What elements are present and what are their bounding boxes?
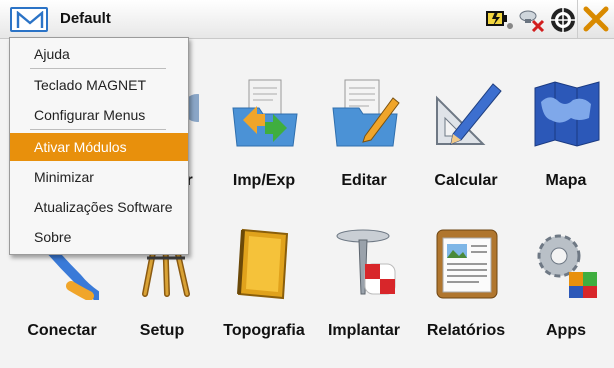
menu-separator — [30, 68, 166, 69]
m-logo-icon[interactable] — [10, 7, 48, 32]
tile-label: Apps — [546, 322, 586, 339]
menu-item-sobre[interactable]: Sobre — [10, 223, 188, 251]
tile-label: Mapa — [545, 172, 587, 189]
notebook-icon — [229, 228, 301, 300]
menu-item-minimizar[interactable]: Minimizar — [10, 163, 188, 191]
page-title: Default — [60, 10, 111, 27]
menu-item-atualizacoes-software[interactable]: Atualizações Software — [10, 193, 188, 221]
tile-mapa[interactable]: Mapa — [514, 78, 614, 218]
tile-apps[interactable]: Apps — [514, 228, 614, 368]
calculator-pencil-icon — [431, 78, 503, 150]
tile-label: Conectar — [27, 322, 97, 339]
stake-icon — [329, 228, 401, 300]
menu-item-ajuda[interactable]: Ajuda — [10, 40, 188, 68]
top-bar: Default — [0, 0, 614, 39]
tile-calcular[interactable]: Calcular — [414, 78, 518, 218]
menu-separator — [30, 129, 166, 130]
tile-label: Imp/Exp — [232, 172, 296, 189]
apps-gears-icon — [531, 228, 603, 300]
tile-label: Implantar — [327, 322, 400, 339]
target-icon[interactable] — [548, 6, 578, 34]
tile-label: Setup — [139, 322, 185, 339]
report-clipboard-icon — [431, 228, 503, 300]
close-icon — [583, 6, 609, 32]
menu-item-teclado-magnet[interactable]: Teclado MAGNET — [10, 71, 188, 99]
tile-label: Editar — [341, 172, 387, 189]
close-button[interactable] — [577, 0, 614, 38]
main-menu: Ajuda Teclado MAGNET Configurar Menus At… — [9, 37, 189, 255]
tile-editar[interactable]: Editar — [312, 78, 416, 218]
battery-icon[interactable] — [484, 6, 514, 34]
edit-folder-icon — [329, 78, 401, 150]
satellite-disconnected-icon[interactable] — [516, 6, 546, 34]
map-icon — [531, 78, 603, 150]
tile-label: Calcular — [434, 172, 498, 189]
tile-label: Relatórios — [426, 322, 506, 339]
tile-label: Topografia — [223, 322, 305, 339]
tile-relatorios[interactable]: Relatórios — [414, 228, 518, 368]
menu-item-ativar-modulos[interactable]: Ativar Módulos — [10, 133, 188, 161]
tile-topografia[interactable]: Topografia — [212, 228, 316, 368]
tile-implantar[interactable]: Implantar — [312, 228, 416, 368]
import-export-icon — [229, 78, 301, 150]
menu-item-configurar-menus[interactable]: Configurar Menus — [10, 101, 188, 129]
tile-imp-exp[interactable]: Imp/Exp — [212, 78, 316, 218]
